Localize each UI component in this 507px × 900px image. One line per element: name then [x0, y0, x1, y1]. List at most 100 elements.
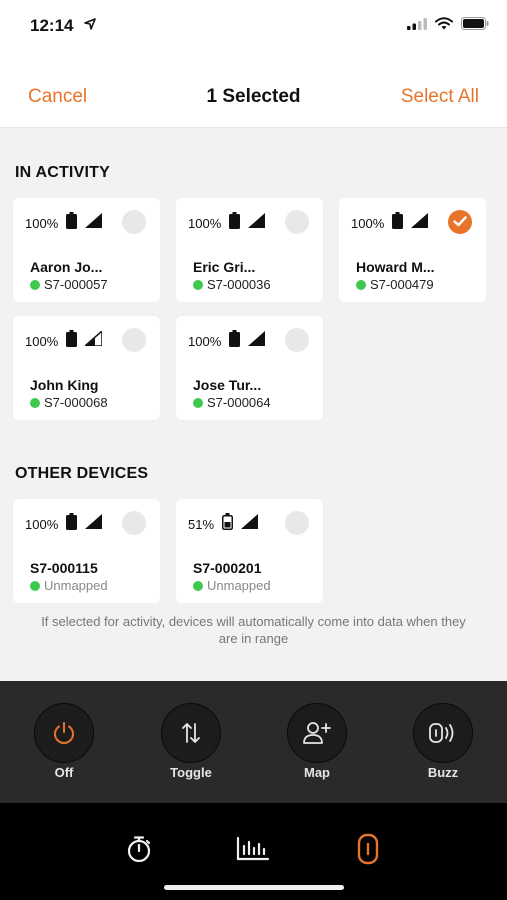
device-name: Jose Tur... [193, 377, 262, 393]
battery-percent: 100% [188, 215, 222, 231]
checkmark-icon [453, 216, 467, 227]
toggle-label: Toggle [170, 765, 212, 780]
device-status-row: Unmapped [30, 578, 108, 593]
battery-icon [66, 513, 78, 535]
signal-icon [85, 514, 103, 534]
toggle-action[interactable]: Toggle [151, 703, 231, 793]
device-status-row: 100% [25, 330, 103, 352]
battery-percent: 51% [188, 516, 215, 532]
navigation-bar: Cancel 1 Selected Select All [0, 52, 507, 128]
mapping-status: Unmapped [44, 578, 108, 593]
device-id-row: S7-000036 [193, 277, 271, 292]
device-name: Eric Gri... [193, 259, 256, 275]
online-status-dot [356, 279, 366, 290]
tab-stopwatch[interactable] [119, 829, 159, 869]
device-card[interactable]: 100% Eric Gri... S7-000036 [176, 198, 323, 302]
cellular-signal-icon [407, 17, 427, 35]
power-icon [54, 722, 74, 744]
map-label: Map [304, 765, 330, 780]
device-status-row: 100% [188, 212, 266, 234]
battery-percent: 100% [25, 516, 59, 532]
status-time: 12:14 [30, 16, 74, 35]
tab-stats[interactable] [233, 829, 273, 869]
battery-icon [229, 212, 241, 234]
device-card[interactable]: 100% S7-000115 Unmapped [13, 499, 160, 603]
device-id-row: S7-000064 [193, 395, 271, 410]
select-checkbox[interactable] [285, 511, 309, 535]
toggle-arrows-icon [182, 723, 200, 743]
battery-icon [229, 330, 241, 352]
cancel-button[interactable]: Cancel [28, 86, 87, 108]
off-action[interactable]: Off [24, 703, 104, 793]
signal-icon [248, 331, 266, 351]
battery-icon [66, 330, 78, 352]
info-message: If selected for activity, devices will a… [41, 614, 466, 646]
device-id: S7-000064 [207, 395, 271, 410]
device-name: Howard M... [356, 259, 435, 275]
device-status-row: 51% [188, 513, 259, 535]
add-person-icon [303, 722, 331, 744]
device-id-row: S7-000479 [356, 277, 434, 292]
signal-icon [84, 330, 103, 351]
device-card[interactable]: 100% Jose Tur... S7-000064 [176, 316, 323, 420]
select-checkbox-checked[interactable] [448, 210, 472, 234]
section-header-in-activity: IN ACTIVITY [15, 164, 110, 181]
device-id-row: S7-000057 [30, 277, 108, 292]
section-header-other-devices: OTHER DEVICES [15, 465, 149, 482]
signal-icon [411, 213, 429, 233]
device-card[interactable]: 100% John King S7-000068 [13, 316, 160, 420]
status-indicators [407, 17, 489, 35]
select-all-button[interactable]: Select All [401, 86, 479, 108]
online-status-dot [193, 580, 203, 591]
device-name: John King [30, 377, 99, 393]
wifi-icon [435, 17, 453, 35]
online-status-dot [30, 397, 40, 408]
device-list: IN ACTIVITY 100% Aaron Jo... S7-000057 1… [0, 128, 507, 681]
online-status-dot [30, 580, 40, 591]
device-status-row: 100% [25, 212, 103, 234]
signal-icon [248, 213, 266, 233]
signal-icon [85, 213, 103, 233]
status-bar: 12:14 [0, 0, 507, 52]
device-name: Aaron Jo... [30, 259, 103, 275]
buzz-button[interactable] [413, 703, 473, 763]
device-status-row: Unmapped [193, 578, 271, 593]
device-name: S7-000201 [193, 560, 262, 576]
online-status-dot [193, 279, 203, 290]
map-action[interactable]: Map [277, 703, 357, 793]
device-status-row: 100% [351, 212, 429, 234]
toggle-button[interactable] [161, 703, 221, 763]
off-label: Off [54, 765, 74, 780]
tab-devices[interactable] [348, 829, 388, 869]
battery-percent: 100% [351, 215, 385, 231]
home-indicator [164, 885, 344, 890]
map-button[interactable] [287, 703, 347, 763]
select-checkbox[interactable] [122, 511, 146, 535]
battery-percent: 100% [25, 215, 59, 231]
device-id: S7-000068 [44, 395, 108, 410]
battery-half-icon [222, 513, 234, 535]
select-checkbox[interactable] [122, 210, 146, 234]
buzz-label: Buzz [427, 765, 459, 780]
select-checkbox[interactable] [285, 210, 309, 234]
device-name: S7-000115 [30, 560, 98, 576]
battery-icon [392, 212, 404, 234]
device-card[interactable]: 100% Aaron Jo... S7-000057 [13, 198, 160, 302]
select-checkbox[interactable] [285, 328, 309, 352]
battery-percent: 100% [188, 333, 222, 349]
device-id: S7-000479 [370, 277, 434, 292]
action-bar: Off Toggle Map Buzz [0, 681, 507, 803]
device-card[interactable]: 100% Howard M... S7-000479 [339, 198, 486, 302]
device-id: S7-000057 [44, 277, 108, 292]
device-status-row: 100% [188, 330, 266, 352]
device-icon [357, 833, 379, 865]
device-card[interactable]: 51% S7-000201 Unmapped [176, 499, 323, 603]
mapping-status: Unmapped [207, 578, 271, 593]
device-id: S7-000036 [207, 277, 271, 292]
select-checkbox[interactable] [122, 328, 146, 352]
online-status-dot [30, 279, 40, 290]
off-button[interactable] [34, 703, 94, 763]
battery-percent: 100% [25, 333, 59, 349]
buzz-action[interactable]: Buzz [403, 703, 483, 793]
stopwatch-icon [127, 836, 151, 863]
